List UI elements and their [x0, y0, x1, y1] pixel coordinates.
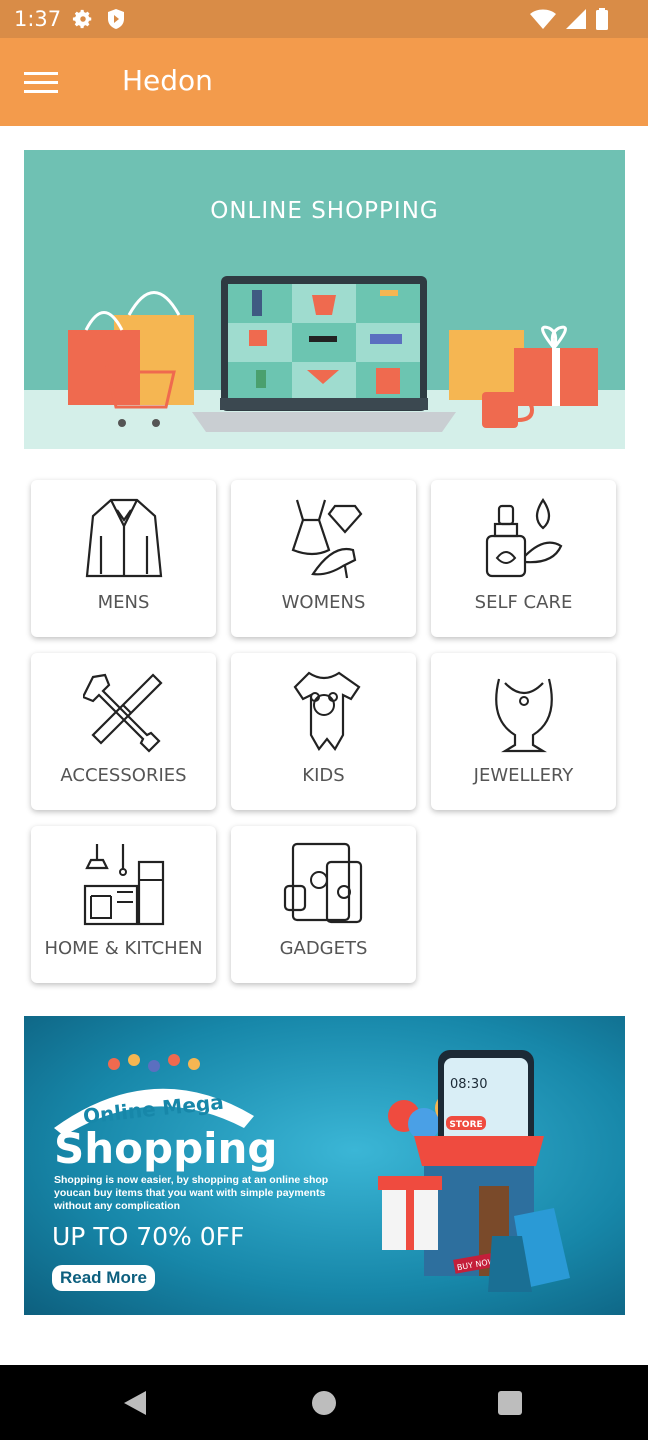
app-title: Hedon	[122, 64, 213, 97]
hero-banner[interactable]: ONLINE SHOPPING	[24, 150, 625, 449]
category-card-mens[interactable]: MENS	[31, 480, 216, 637]
status-bar: 1:37	[0, 0, 648, 38]
category-card-self-care[interactable]: SELF CARE	[431, 480, 616, 637]
dress-icon	[291, 499, 363, 579]
category-label: KIDS	[302, 765, 345, 786]
category-label: HOME & KITCHEN	[44, 938, 203, 959]
back-button[interactable]	[120, 1387, 152, 1419]
category-label: ACCESSORIES	[60, 765, 187, 786]
baby-romper-icon	[293, 671, 361, 751]
category-card-jewellery[interactable]: JEWELLERY	[431, 653, 616, 810]
promo-body-text: Shopping is now easier, by shopping at a…	[54, 1174, 329, 1212]
recents-square-icon	[498, 1391, 522, 1415]
category-label: JEWELLERY	[473, 765, 574, 786]
suit-icon	[85, 498, 163, 578]
promo-discount: UP TO 70% 0FF	[52, 1222, 245, 1251]
battery-icon	[596, 8, 608, 30]
promo-banner[interactable]: Online Mega Shopping Shopping is now eas…	[24, 1016, 625, 1315]
online-shopping-illustration	[24, 276, 625, 449]
promo-headline: Shopping	[54, 1124, 278, 1173]
kitchen-icon	[83, 844, 165, 926]
home-button[interactable]	[308, 1387, 340, 1419]
recents-button[interactable]	[494, 1387, 526, 1419]
category-label: MENS	[97, 592, 150, 613]
category-card-kids[interactable]: KIDS	[231, 653, 416, 810]
cellular-signal-icon	[566, 9, 586, 29]
cosmetics-icon	[485, 498, 563, 578]
category-label: GADGETS	[279, 938, 368, 959]
phone-time: 08:30	[450, 1077, 487, 1092]
status-time: 1:37	[14, 7, 62, 31]
app-bar: Hedon	[0, 38, 648, 126]
back-triangle-icon	[124, 1391, 146, 1415]
category-card-home-kitchen[interactable]: HOME & KITCHEN	[31, 826, 216, 983]
store-phone-illustration: 08:30 STORE BUY NOW	[378, 1050, 570, 1292]
home-circle-icon	[312, 1391, 336, 1415]
navigation-bar	[0, 1365, 648, 1440]
wifi-icon	[530, 9, 556, 29]
menu-button[interactable]	[24, 64, 64, 100]
tools-icon	[83, 673, 163, 753]
store-sign: STORE	[449, 1120, 482, 1130]
read-more-button[interactable]: Read More	[52, 1265, 155, 1291]
category-card-gadgets[interactable]: GADGETS	[231, 826, 416, 983]
devices-icon	[283, 842, 363, 924]
category-label: WOMENS	[281, 592, 366, 613]
hamburger-menu-icon	[24, 72, 58, 93]
shield-icon	[108, 9, 124, 29]
category-card-accessories[interactable]: ACCESSORIES	[31, 653, 216, 810]
category-card-womens[interactable]: WOMENS	[231, 480, 416, 637]
necklace-icon	[495, 678, 553, 753]
category-label: SELF CARE	[474, 592, 573, 613]
settings-gear-icon	[72, 9, 92, 29]
online-mega-tag: Online Mega	[54, 1054, 254, 1136]
